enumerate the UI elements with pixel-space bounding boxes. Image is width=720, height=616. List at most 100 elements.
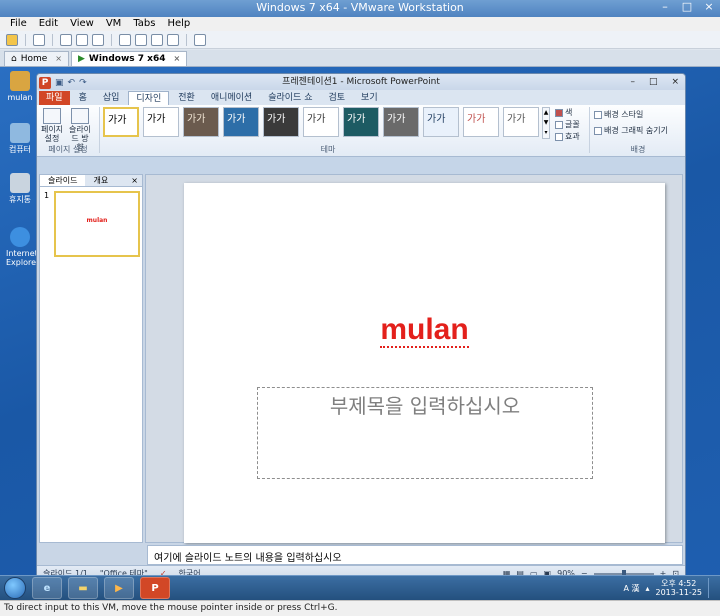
tab-home[interactable]: ⌂ Home × bbox=[4, 51, 69, 66]
redo-icon[interactable]: ↷ bbox=[79, 75, 87, 91]
theme-thumbnail[interactable]: 가가 bbox=[263, 107, 299, 137]
slide-editing-area: mulan 부제목을 입력하십시오 bbox=[145, 174, 683, 543]
hide-background-graphics-checkbox[interactable]: 배경 그래픽 숨기기 bbox=[594, 125, 668, 136]
theme-thumbnail[interactable]: 가가 bbox=[143, 107, 179, 137]
menu-edit[interactable]: Edit bbox=[33, 17, 64, 31]
desktop-icon-mulan[interactable]: mulan bbox=[6, 71, 34, 102]
tab-home[interactable]: 홈 bbox=[72, 91, 94, 105]
taskbar-powerpoint-icon[interactable]: P bbox=[140, 577, 170, 599]
theme-effects-button[interactable]: 효과 bbox=[555, 131, 580, 142]
snapshot-manager-icon[interactable] bbox=[92, 33, 104, 46]
menu-file[interactable]: File bbox=[4, 17, 33, 31]
theme-thumbnail[interactable]: 가가 bbox=[183, 107, 219, 137]
theme-gallery-scroll[interactable]: ▲ ▼ ▾ bbox=[542, 107, 550, 139]
save-icon[interactable]: ▣ bbox=[55, 75, 64, 91]
show-library-icon[interactable] bbox=[119, 33, 131, 46]
tab-animations[interactable]: 애니메이션 bbox=[204, 91, 259, 105]
taskbar-ie-icon[interactable]: e bbox=[32, 577, 62, 599]
desktop-icon-label: 휴지통 bbox=[8, 195, 32, 204]
taskbar-media-player-icon[interactable]: ▶ bbox=[104, 577, 134, 599]
ime-indicator[interactable]: A 漢 bbox=[623, 583, 639, 594]
taskbar-explorer-icon[interactable]: ▬ bbox=[68, 577, 98, 599]
maximize-button[interactable]: □ bbox=[680, 1, 694, 13]
start-button[interactable] bbox=[4, 577, 26, 599]
thumbnail-title: mulan bbox=[86, 217, 108, 224]
menu-help[interactable]: Help bbox=[161, 17, 196, 31]
theme-fonts-button[interactable]: 글꼴 bbox=[555, 119, 580, 130]
tab-windows7-close-icon[interactable]: × bbox=[174, 52, 181, 66]
vmware-toolbar bbox=[0, 31, 720, 49]
powerpoint-window: P ▣ ↶ ↷ 프레젠테이션1 - Microsoft PowerPoint –… bbox=[36, 73, 686, 582]
menu-tabs[interactable]: Tabs bbox=[127, 17, 161, 31]
send-keys-icon[interactable] bbox=[33, 33, 45, 46]
background-group-label: 배경 bbox=[630, 145, 646, 154]
hide-background-graphics-label: 배경 그래픽 숨기기 bbox=[604, 126, 668, 135]
tab-windows7[interactable]: ▶ Windows 7 x64 × bbox=[71, 51, 188, 66]
theme-thumbnail[interactable]: 가가 bbox=[503, 107, 539, 137]
console-view-icon[interactable] bbox=[167, 33, 179, 46]
theme-thumbnail[interactable]: 가가 bbox=[423, 107, 459, 137]
theme-thumbnail[interactable]: 가가 bbox=[223, 107, 259, 137]
notification-icon[interactable]: ▴ bbox=[645, 584, 649, 593]
theme-thumbnail[interactable]: 가가 bbox=[103, 107, 139, 137]
page-setup-button[interactable]: 페이지 설정 bbox=[40, 108, 64, 143]
tab-slide-show[interactable]: 슬라이드 쇼 bbox=[261, 91, 319, 105]
ppt-minimize-button[interactable]: – bbox=[630, 74, 635, 90]
tab-design[interactable]: 디자인 bbox=[128, 91, 170, 105]
ribbon-tab-strip: 파일 홈 삽입 디자인 전환 애니메이션 슬라이드 쇼 검토 보기 bbox=[37, 90, 685, 105]
desktop-icon-recycle-bin[interactable]: 휴지통 bbox=[6, 173, 34, 204]
desktop-icon-label: mulan bbox=[7, 93, 33, 102]
tab-windows7-label: Windows 7 x64 bbox=[88, 54, 166, 64]
tab-insert[interactable]: 삽입 bbox=[96, 91, 127, 105]
notes-input[interactable]: 여기에 슬라이드 노트의 내용을 입력하십시오 bbox=[147, 545, 683, 565]
tab-slides[interactable]: 슬라이드 bbox=[40, 175, 86, 186]
full-screen-icon[interactable] bbox=[135, 33, 147, 46]
background-styles-label: 배경 스타일 bbox=[604, 110, 644, 119]
show-desktop-button[interactable] bbox=[708, 578, 716, 598]
menu-view[interactable]: View bbox=[64, 17, 100, 31]
desktop-icon-computer[interactable]: 컴퓨터 bbox=[6, 123, 34, 154]
desktop-icon-label: 컴퓨터 bbox=[8, 145, 32, 154]
revert-snapshot-icon[interactable] bbox=[76, 33, 88, 46]
slide-canvas[interactable]: mulan 부제목을 입력하십시오 bbox=[184, 183, 665, 543]
subtitle-placeholder[interactable]: 부제목을 입력하십시오 bbox=[257, 387, 593, 479]
themes-group-label: 테마 bbox=[320, 145, 336, 154]
page-setup-icon bbox=[43, 108, 61, 124]
slide-thumbnail[interactable]: mulan bbox=[54, 191, 140, 257]
tab-outline[interactable]: 개요 bbox=[85, 175, 116, 186]
tab-home-close-icon[interactable]: × bbox=[55, 52, 62, 66]
clock[interactable]: 오후 4:52 2013-11-25 bbox=[656, 579, 703, 597]
fit-window-icon[interactable] bbox=[194, 33, 206, 46]
pane-tab-strip: 슬라이드 개요 × bbox=[40, 175, 142, 187]
unity-icon[interactable] bbox=[151, 33, 163, 46]
power-icon[interactable] bbox=[6, 33, 18, 46]
close-button[interactable]: × bbox=[702, 1, 716, 13]
ribbon-design: 페이지 설정 슬라이드 방향 페이지 설정 가가 가가 가가 가가 가가 가가 가가 가가 가가… bbox=[37, 105, 685, 157]
theme-thumbnail[interactable]: 가가 bbox=[463, 107, 499, 137]
slide-orientation-icon bbox=[71, 108, 89, 124]
ppt-maximize-button[interactable]: □ bbox=[649, 74, 658, 90]
minimize-button[interactable]: – bbox=[658, 1, 672, 13]
taskbar: e ▬ ▶ P A 漢 ▴ 오후 4:52 2013-11-25 bbox=[0, 575, 720, 600]
tab-file[interactable]: 파일 bbox=[39, 91, 70, 105]
pane-close-icon[interactable]: × bbox=[127, 175, 142, 186]
theme-gallery: 가가 가가 가가 가가 가가 가가 가가 가가 가가 가가 가가 bbox=[103, 107, 539, 137]
snapshot-icon[interactable] bbox=[60, 33, 72, 46]
tab-transitions[interactable]: 전환 bbox=[171, 91, 202, 105]
slide-title-placeholder[interactable]: mulan bbox=[184, 313, 665, 348]
theme-thumbnail[interactable]: 가가 bbox=[303, 107, 339, 137]
ppt-close-button[interactable]: × bbox=[671, 74, 679, 90]
vmware-title-bar: Windows 7 x64 - VMware Workstation – □ × bbox=[0, 0, 720, 17]
toolbar-divider bbox=[25, 33, 26, 46]
theme-colors-button[interactable]: 색 bbox=[555, 107, 572, 118]
menu-vm[interactable]: VM bbox=[100, 17, 127, 31]
undo-icon[interactable]: ↶ bbox=[68, 75, 76, 91]
powerpoint-logo-icon[interactable]: P bbox=[39, 77, 51, 89]
tab-review[interactable]: 검토 bbox=[321, 91, 352, 105]
theme-fonts-label: 글꼴 bbox=[565, 120, 580, 129]
theme-thumbnail[interactable]: 가가 bbox=[383, 107, 419, 137]
theme-thumbnail[interactable]: 가가 bbox=[343, 107, 379, 137]
desktop-icon-ie[interactable]: Internet Explorer bbox=[6, 227, 39, 267]
background-styles-button[interactable]: 배경 스타일 bbox=[594, 109, 643, 120]
tab-view[interactable]: 보기 bbox=[354, 91, 385, 105]
